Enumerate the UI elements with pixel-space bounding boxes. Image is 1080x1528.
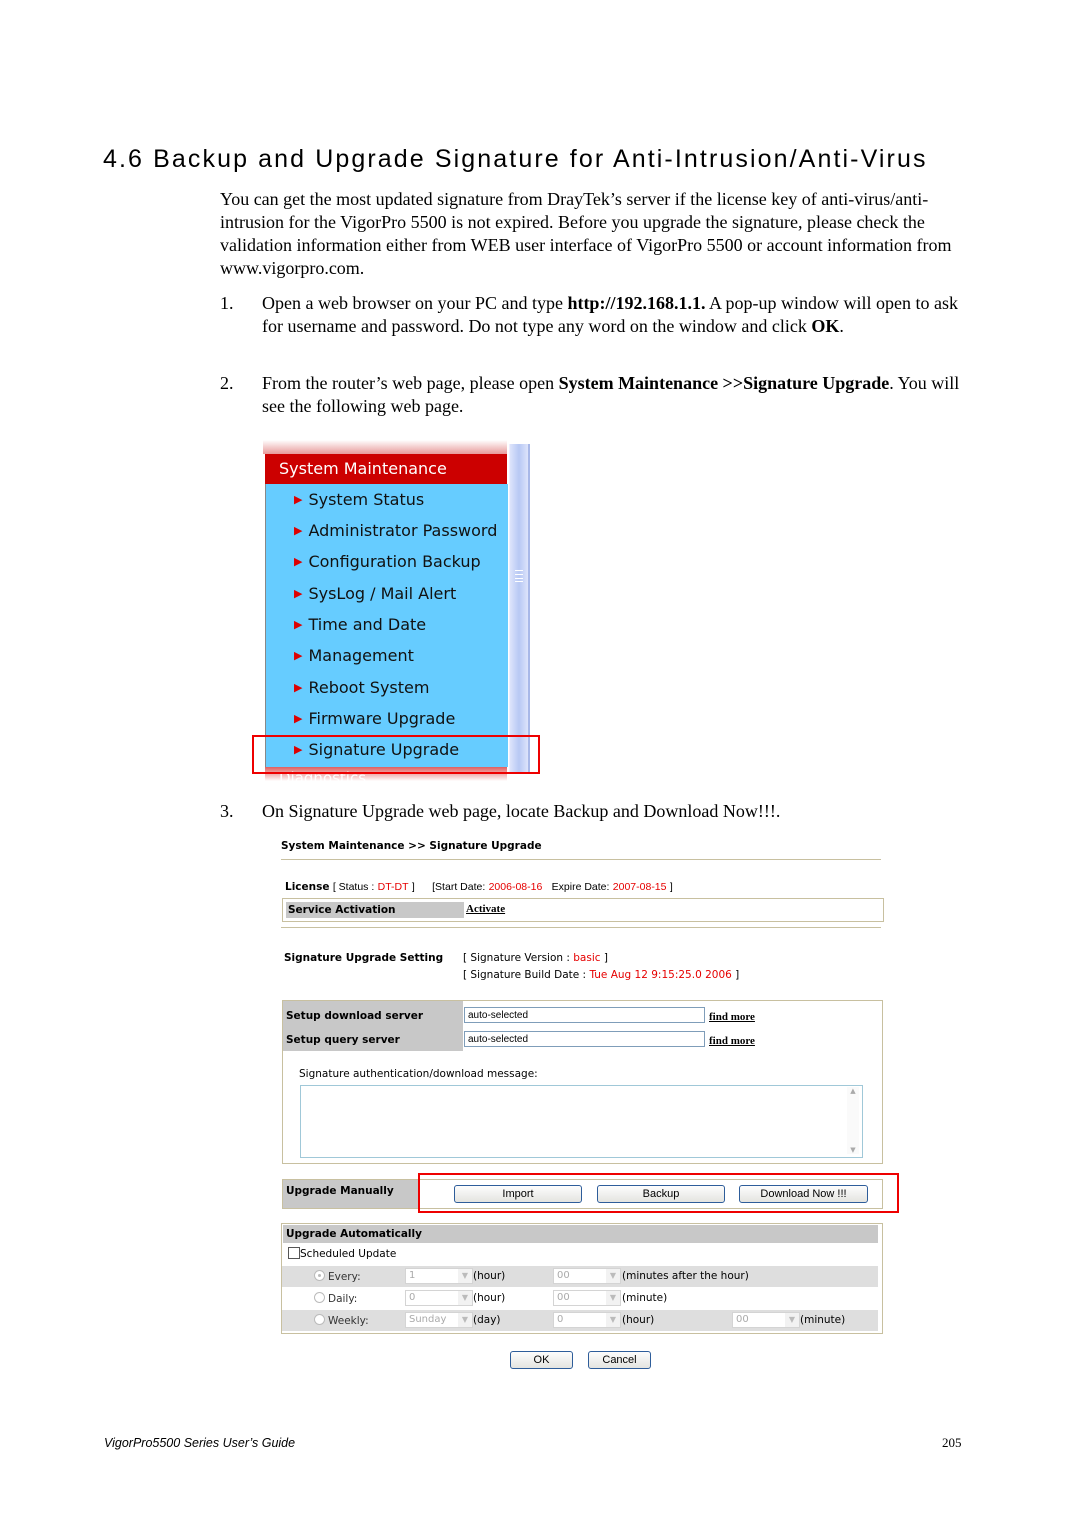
menu-item-administrator-password[interactable]: ▶ Administrator Password	[294, 521, 497, 540]
upgrade-manually-label: Upgrade Manually	[283, 1180, 419, 1208]
download-server-find-more-link[interactable]: find more	[709, 1011, 755, 1023]
arrow-right-icon: ▶	[294, 712, 303, 725]
signature-setting-label: Signature Upgrade Setting	[284, 952, 444, 964]
ok-button[interactable]: OK	[510, 1351, 573, 1369]
menu-scrollbar[interactable]	[509, 444, 530, 774]
arrow-right-icon: ▶	[294, 587, 303, 600]
step-3: 3. On Signature Upgrade web page, locate…	[220, 801, 781, 821]
menu-path-text: System Maintenance >>Signature Upgrade	[558, 373, 890, 393]
weekly-day-select[interactable]: Sunday ▼	[405, 1312, 473, 1328]
router-menu-screenshot: System Maintenance ▶ System Status ▶ Admin…	[263, 440, 531, 781]
daily-minute-select[interactable]: 00 ▼	[553, 1290, 621, 1306]
arrow-right-icon: ▶	[294, 493, 303, 506]
service-activation-label: Service Activation	[286, 902, 464, 918]
server-settings-box: Setup download server auto-selected find…	[282, 1000, 883, 1164]
cancel-button[interactable]: Cancel	[588, 1351, 651, 1369]
scroll-up-icon[interactable]: ▲	[847, 1087, 859, 1095]
schedule-row-every: Every: 1 ▼ (hour) 00 ▼ (minutes after the …	[282, 1266, 878, 1287]
menu-submenu: ▶ System Status ▶ Administrator Password ▶…	[265, 484, 508, 767]
arrow-right-icon: ▶	[294, 618, 303, 631]
arrow-right-icon: ▶	[294, 681, 303, 694]
license-start-date: 2006-08-16	[488, 881, 543, 893]
signature-build-date: [ Signature Build Date : Tue Aug 12 9:15…	[463, 969, 740, 981]
message-label: Signature authentication/download messag…	[299, 1068, 538, 1080]
intro-paragraph: You can get the most updated signature f…	[220, 189, 952, 278]
scroll-grip-icon	[515, 570, 523, 582]
schedule-row-daily: Daily: 0 ▼ (hour) 00 ▼ (minute)	[282, 1288, 878, 1309]
highlight-box-signature-upgrade	[252, 735, 540, 774]
scheduled-update: Scheduled Update	[288, 1247, 396, 1260]
weekly-hour-select[interactable]: 0 ▼	[553, 1312, 621, 1328]
message-textarea[interactable]	[300, 1085, 863, 1158]
scheduled-update-checkbox[interactable]	[288, 1247, 300, 1259]
divider	[281, 927, 881, 928]
step-number: 1.	[220, 293, 234, 313]
upgrade-automatically-label: Upgrade Automatically	[283, 1225, 878, 1243]
chevron-down-icon: ▼	[606, 1313, 620, 1327]
menu-item-time-and-date[interactable]: ▶ Time and Date	[294, 615, 426, 634]
menu-item-system-status[interactable]: ▶ System Status	[294, 490, 424, 509]
menu-item-configuration-backup[interactable]: ▶ Configuration Backup	[294, 552, 481, 571]
arrow-right-icon: ▶	[294, 649, 303, 662]
query-server-label: Setup query server	[286, 1034, 400, 1046]
arrow-right-icon: ▶	[294, 555, 303, 568]
activate-link[interactable]: Activate	[466, 903, 505, 915]
divider	[281, 859, 881, 860]
query-server-input[interactable]: auto-selected	[464, 1031, 705, 1047]
license-status: DT-DT	[377, 881, 409, 893]
url-text: http://192.168.1.1.	[567, 293, 706, 313]
daily-hour-select[interactable]: 0 ▼	[405, 1290, 473, 1306]
license-expire-date: 2007-08-15	[612, 881, 667, 893]
step-number: 3.	[220, 801, 234, 821]
every-hour-select[interactable]: 1 ▼	[405, 1268, 473, 1284]
scroll-down-icon[interactable]: ▼	[847, 1146, 859, 1154]
signature-version: [ Signature Version : basic ]	[463, 952, 608, 964]
section-heading: 4.6 Backup and Upgrade Signature for Ant…	[103, 145, 928, 173]
menu-item-reboot-system[interactable]: ▶ Reboot System	[294, 678, 429, 697]
chevron-down-icon: ▼	[785, 1313, 799, 1327]
menu-section-system-maintenance[interactable]: System Maintenance	[265, 454, 507, 484]
menu-item-management[interactable]: ▶ Management	[294, 646, 414, 665]
download-server-input[interactable]: auto-selected	[464, 1007, 705, 1023]
step-1: 1. Open a web browser on your PC and typ…	[220, 293, 958, 336]
chevron-down-icon: ▼	[606, 1269, 620, 1283]
chevron-down-icon: ▼	[458, 1313, 472, 1327]
arrow-right-icon: ▶	[294, 524, 303, 537]
chevron-down-icon: ▼	[458, 1291, 472, 1305]
footer-guide-title: VigorPro5500 Series User’s Guide	[104, 1436, 296, 1450]
schedule-row-weekly: Weekly: Sunday ▼ (day) 0 ▼ (hour) 00 ▼ (min…	[282, 1310, 878, 1331]
step-number: 2.	[220, 373, 234, 393]
every-radio[interactable]	[314, 1270, 325, 1281]
daily-radio[interactable]	[314, 1292, 325, 1303]
query-server-find-more-link[interactable]: find more	[709, 1035, 755, 1047]
textarea-scrollbar[interactable]: ▲ ▼	[847, 1087, 859, 1154]
menu-item-firmware-upgrade[interactable]: ▶ Firmware Upgrade	[294, 709, 455, 728]
page-number: 205	[942, 1435, 962, 1450]
step-2: 2. From the router’s web page, please op…	[220, 373, 960, 416]
chevron-down-icon: ▼	[606, 1291, 620, 1305]
every-minute-select[interactable]: 00 ▼	[553, 1268, 621, 1284]
service-activation-box: Service Activation Activate	[282, 898, 884, 922]
menu-item-syslog-mail-alert[interactable]: ▶ SysLog / Mail Alert	[294, 584, 456, 603]
page-breadcrumb: System Maintenance >> Signature Upgrade	[281, 840, 542, 852]
license-info: License [ Status : DT-DT ] [Start Date: …	[285, 881, 673, 893]
chevron-down-icon: ▼	[458, 1269, 472, 1283]
weekly-radio[interactable]	[314, 1314, 325, 1325]
download-server-label: Setup download server	[286, 1010, 424, 1022]
weekly-minute-select[interactable]: 00 ▼	[732, 1312, 800, 1328]
highlight-box-buttons	[418, 1173, 899, 1213]
